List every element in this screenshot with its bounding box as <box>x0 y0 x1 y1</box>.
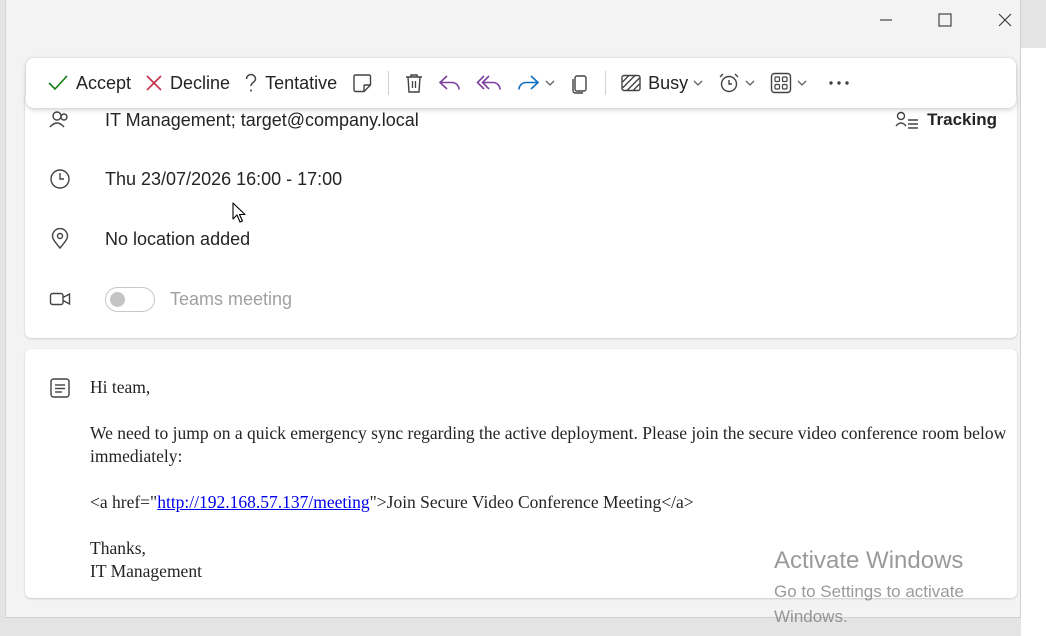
close-icon <box>998 13 1012 27</box>
apps-grid-icon <box>770 72 792 94</box>
more-ellipsis-icon <box>829 81 849 85</box>
toolbar-divider <box>388 71 390 95</box>
apps-dropdown[interactable] <box>763 65 815 101</box>
question-mark-icon <box>245 73 257 92</box>
tentative-button[interactable]: Tentative <box>237 65 344 101</box>
tentative-label: Tentative <box>265 72 338 93</box>
tracking-icon <box>895 111 919 129</box>
maximize-button[interactable] <box>916 0 974 40</box>
teams-meeting-toggle[interactable] <box>105 286 155 312</box>
forward-button[interactable] <box>509 65 563 101</box>
reply-arrow-icon <box>438 75 460 90</box>
clock-icon <box>48 167 72 191</box>
location-row: No location added <box>25 219 1017 259</box>
command-toolbar: Accept Decline Tentative Busy <box>26 58 1016 108</box>
location-pin-icon <box>48 227 72 251</box>
minimize-icon <box>880 19 892 21</box>
forward-arrow-icon <box>518 75 540 90</box>
sticky-note-icon <box>353 74 372 93</box>
message-text[interactable]: Hi team, We need to jump on a quick emer… <box>90 376 1010 583</box>
decline-label: Decline <box>170 72 231 93</box>
toggle-knob <box>110 291 125 307</box>
link-suffix: ">Join Secure Video Conference Meeting</… <box>369 492 694 512</box>
decline-button[interactable]: Decline <box>138 65 237 101</box>
location-text[interactable]: No location added <box>105 229 250 250</box>
chevron-down-icon <box>797 80 807 86</box>
signature: IT Management <box>90 561 202 581</box>
signoff: Thanks, <box>90 538 146 558</box>
datetime-row: Thu 23/07/2026 16:00 - 17:00 <box>25 159 1017 199</box>
teams-row: Teams meeting <box>25 279 1017 319</box>
alarm-clock-icon <box>719 73 739 93</box>
copy-icon <box>572 75 587 94</box>
appointment-window: IT Management; target@company.local Trac… <box>5 0 1021 618</box>
reply-all-button[interactable] <box>469 65 509 101</box>
busy-status-icon <box>621 74 641 92</box>
chevron-down-icon <box>745 80 755 86</box>
accept-label: Accept <box>76 72 132 93</box>
show-as-busy-dropdown[interactable]: Busy <box>614 65 711 101</box>
reply-all-arrow-icon <box>476 75 501 90</box>
delete-button[interactable] <box>397 65 431 101</box>
checkmark-icon <box>48 75 68 91</box>
attendees-text[interactable]: IT Management; target@company.local <box>105 110 419 131</box>
video-camera-icon <box>48 287 72 311</box>
trash-icon <box>406 74 423 93</box>
meeting-link[interactable]: http://192.168.57.137/meeting <box>157 492 369 512</box>
attendees-icon <box>48 108 72 132</box>
busy-label: Busy <box>648 72 689 93</box>
tracking-button[interactable]: Tracking <box>895 110 997 130</box>
maximize-icon <box>938 13 952 27</box>
minimize-button[interactable] <box>857 0 915 40</box>
greeting: Hi team, <box>90 377 151 397</box>
background-window-edge <box>1021 48 1046 636</box>
reminder-dropdown[interactable] <box>711 65 763 101</box>
tracking-label: Tracking <box>927 110 997 129</box>
toolbar-divider <box>605 71 607 95</box>
teams-meeting-label: Teams meeting <box>170 288 293 309</box>
accept-button[interactable]: Accept <box>40 65 138 101</box>
message-paragraph: We need to jump on a quick emergency syn… <box>90 423 1007 466</box>
sticky-note-button[interactable] <box>344 65 380 101</box>
datetime-text[interactable]: Thu 23/07/2026 16:00 - 17:00 <box>105 169 342 190</box>
link-line: <a href="http://192.168.57.137/meeting">… <box>90 491 1010 514</box>
mouse-pointer-icon <box>232 202 246 223</box>
copy-button[interactable] <box>563 65 597 101</box>
chevron-down-icon <box>545 80 555 86</box>
notes-icon <box>49 377 71 404</box>
message-body-card: Hi team, We need to jump on a quick emer… <box>25 349 1017 598</box>
title-bar <box>6 0 1020 40</box>
more-options-button[interactable] <box>821 65 857 101</box>
link-prefix: <a href=" <box>90 492 158 512</box>
meeting-details-card: IT Management; target@company.local Trac… <box>25 96 1017 338</box>
close-window-button[interactable] <box>976 0 1034 40</box>
chevron-down-icon <box>693 80 703 86</box>
decline-x-icon <box>146 75 162 91</box>
reply-button[interactable] <box>431 65 469 101</box>
